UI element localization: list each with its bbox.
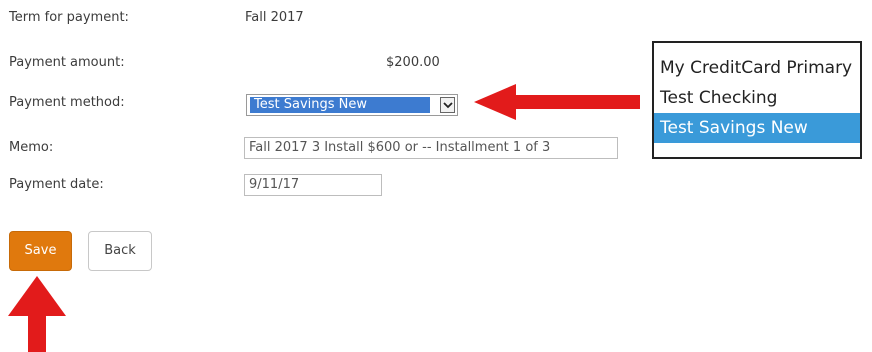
up-arrow-icon	[8, 276, 66, 352]
left-arrow-icon	[474, 84, 640, 120]
annotation-overlay	[8, 84, 640, 352]
